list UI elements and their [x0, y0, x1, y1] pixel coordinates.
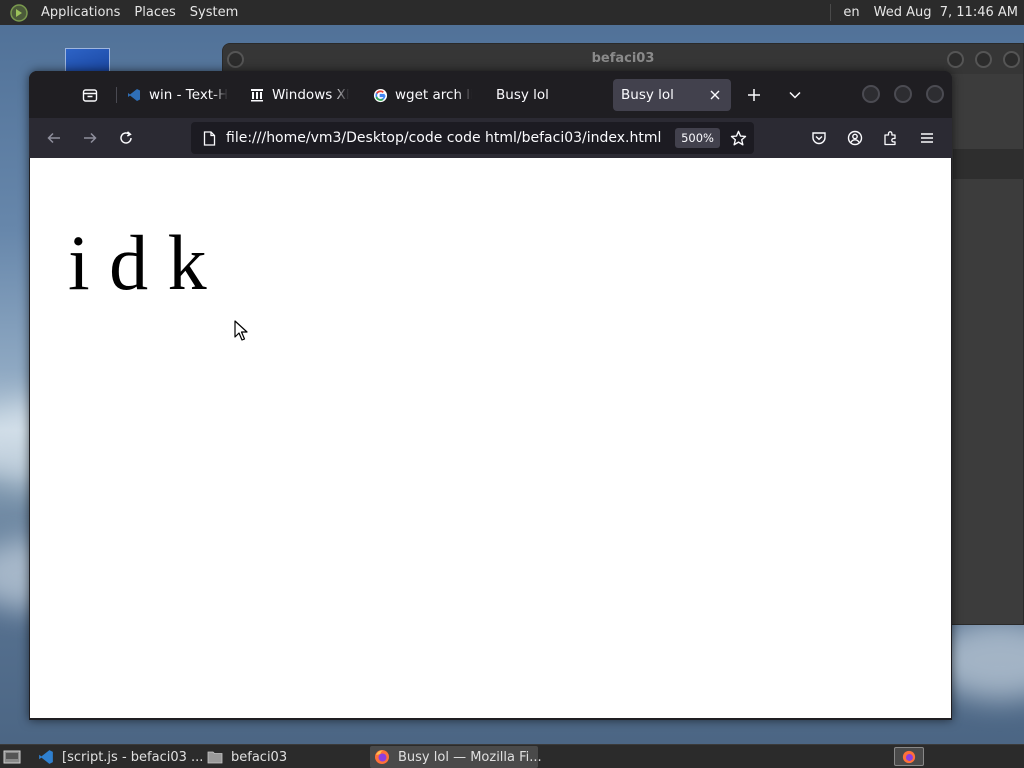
hamburger-menu-icon: [921, 133, 933, 143]
page-icon[interactable]: [201, 130, 217, 146]
folder-icon: [207, 751, 223, 764]
tab-windows-xp[interactable]: Windows XP: [249, 79, 349, 111]
vscode-icon: [39, 750, 53, 764]
window-menu-icon[interactable]: [227, 51, 244, 68]
plus-icon: [748, 89, 760, 101]
top-panel: Applications Places System en Wed Aug 7,…: [0, 0, 1024, 25]
url-bar[interactable]: file:///home/vm3/Desktop/code code html/…: [191, 122, 754, 154]
url-text[interactable]: file:///home/vm3/Desktop/code code html/…: [226, 130, 675, 146]
mouse-cursor-icon: [234, 320, 248, 341]
system-menu[interactable]: System: [183, 0, 245, 25]
account-icon: [847, 130, 863, 146]
firefox-view-icon: [82, 89, 98, 102]
firefox-icon: [375, 750, 389, 764]
background-window-title: befaci03: [223, 44, 1023, 74]
maximize-icon[interactable]: [975, 51, 992, 68]
google-icon: [372, 87, 388, 103]
workspace-switcher[interactable]: [894, 747, 924, 766]
page-content: i d k: [30, 158, 951, 718]
tab-label: Windows XP: [272, 87, 349, 103]
firefox-icon: [902, 750, 916, 763]
pocket-icon: [812, 132, 826, 145]
navigation-toolbar: file:///home/vm3/Desktop/code code html/…: [29, 118, 952, 158]
puzzle-icon: [884, 131, 896, 146]
arrow-left-icon: [47, 132, 60, 144]
taskbar-item-label: Busy lol — Mozilla Fi...: [398, 749, 542, 765]
reload-icon: [120, 131, 132, 144]
tab-close-icon[interactable]: [707, 87, 723, 103]
reload-button[interactable]: [113, 125, 139, 151]
taskbar-item-label: [script.js - befaci03 ...: [62, 749, 204, 765]
taskbar-item-label: befaci03: [231, 749, 288, 765]
archive-icon: [249, 87, 265, 103]
taskbar-item-vscode[interactable]: [script.js - befaci03 ...: [38, 746, 203, 768]
show-desktop-icon: [3, 750, 21, 764]
tab-wget-arch[interactable]: wget arch lin: [372, 79, 472, 111]
extensions-button[interactable]: [878, 125, 904, 151]
vscode-icon: [126, 87, 142, 103]
clock[interactable]: Wed Aug 7, 11:46 AM: [874, 5, 1018, 20]
panel-separator: [830, 4, 832, 21]
taskbar: [script.js - befaci03 ... befaci03 Busy …: [0, 744, 1024, 768]
maximize-icon[interactable]: [894, 85, 912, 103]
tab-vscode[interactable]: win - Text-H: [126, 79, 234, 111]
page-heading-text: i d k: [68, 219, 207, 306]
tab-label: win - Text-H: [149, 87, 229, 103]
new-tab-button[interactable]: [740, 81, 768, 109]
applications-menu[interactable]: Applications: [34, 0, 127, 25]
show-desktop-button[interactable]: [3, 746, 23, 768]
bookmark-star-icon[interactable]: [728, 128, 748, 148]
tab-busy-lol-active[interactable]: Busy lol: [613, 79, 731, 111]
forward-button[interactable]: [77, 125, 103, 151]
back-button[interactable]: [41, 125, 67, 151]
minimize-icon[interactable]: [862, 85, 880, 103]
firefox-view-button[interactable]: [76, 81, 104, 109]
list-all-tabs-button[interactable]: [781, 81, 809, 109]
tab-bar: win - Text-H Windows XP wget arch l Busy…: [29, 71, 952, 118]
mate-logo-icon[interactable]: [10, 3, 28, 22]
close-icon[interactable]: [926, 85, 944, 103]
tab-separator: [116, 87, 117, 103]
tab-busy-lol[interactable]: Busy lol: [496, 79, 596, 111]
places-menu[interactable]: Places: [127, 0, 182, 25]
tab-label: Busy lol: [621, 87, 674, 103]
tab-label: wget arch lin: [395, 87, 472, 103]
taskbar-item-files[interactable]: befaci03: [207, 746, 327, 768]
pocket-button[interactable]: [806, 125, 832, 151]
tab-label: Busy lol: [496, 87, 549, 103]
zoom-indicator[interactable]: 500%: [675, 128, 720, 148]
app-menu-button[interactable]: [914, 125, 940, 151]
taskbar-item-firefox[interactable]: Busy lol — Mozilla Fi...: [370, 746, 542, 768]
account-button[interactable]: [842, 125, 868, 151]
keyboard-layout-indicator[interactable]: en: [843, 5, 859, 20]
close-icon[interactable]: [1003, 51, 1020, 68]
background-window-panel: [953, 149, 1024, 179]
browser-window: win - Text-H Windows XP wget arch l Busy…: [29, 71, 952, 720]
arrow-right-icon: [84, 132, 97, 144]
minimize-icon[interactable]: [947, 51, 964, 68]
chevron-down-icon: [789, 91, 801, 99]
